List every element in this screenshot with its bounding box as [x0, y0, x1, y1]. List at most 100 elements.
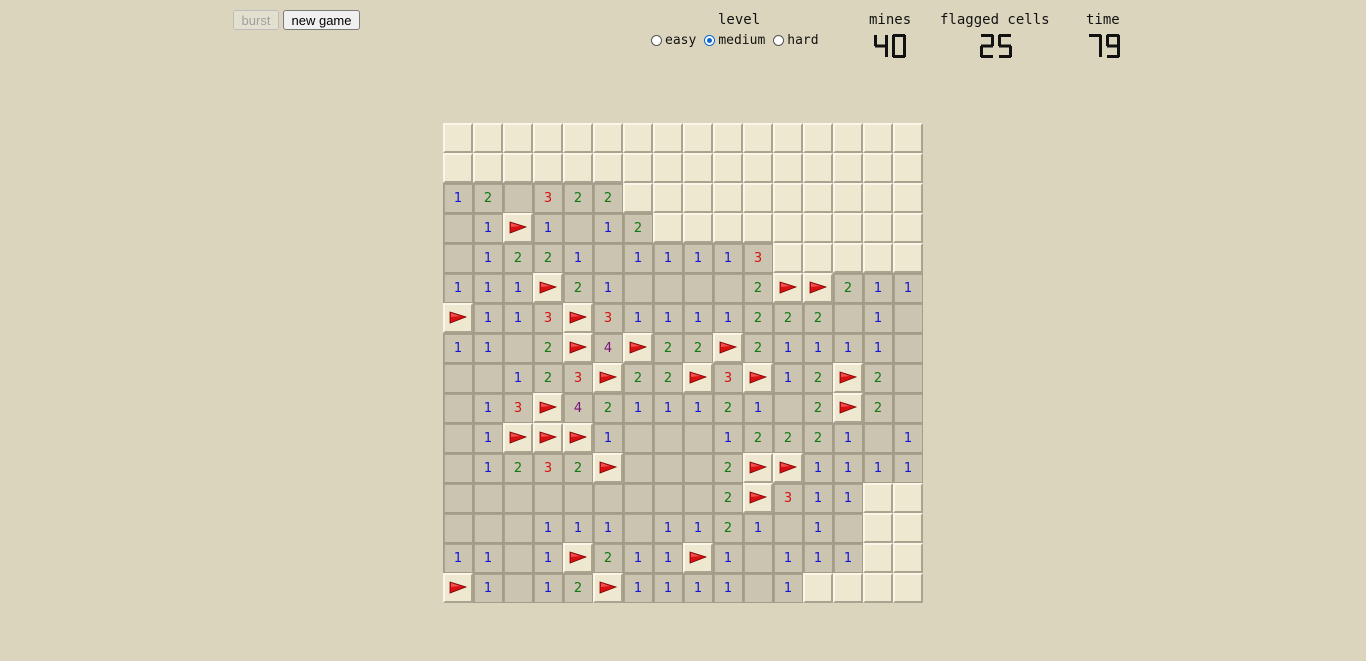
cell-number[interactable]: 1	[473, 453, 503, 483]
cell-closed[interactable]	[743, 123, 773, 153]
cell-number[interactable]: 2	[653, 363, 683, 393]
cell-open[interactable]	[503, 513, 533, 543]
cell-closed[interactable]	[863, 153, 893, 183]
cell-open[interactable]	[683, 423, 713, 453]
cell-number[interactable]: 2	[623, 213, 653, 243]
cell-closed[interactable]	[473, 153, 503, 183]
cell-number[interactable]: 2	[773, 303, 803, 333]
cell-number[interactable]: 1	[653, 573, 683, 603]
cell-flagged[interactable]	[443, 303, 473, 333]
cell-number[interactable]: 1	[683, 393, 713, 423]
cell-number[interactable]: 2	[803, 393, 833, 423]
cell-number[interactable]: 1	[773, 543, 803, 573]
cell-number[interactable]: 1	[443, 333, 473, 363]
cell-number[interactable]: 1	[713, 303, 743, 333]
cell-flagged[interactable]	[833, 393, 863, 423]
cell-open[interactable]	[653, 273, 683, 303]
cell-number[interactable]: 1	[653, 303, 683, 333]
cell-closed[interactable]	[803, 183, 833, 213]
cell-open[interactable]	[443, 483, 473, 513]
cell-closed[interactable]	[893, 243, 923, 273]
cell-number[interactable]: 1	[443, 183, 473, 213]
cell-number[interactable]: 1	[653, 393, 683, 423]
cell-number[interactable]: 1	[773, 333, 803, 363]
cell-open[interactable]	[863, 423, 893, 453]
cell-number[interactable]: 2	[743, 303, 773, 333]
cell-closed[interactable]	[533, 123, 563, 153]
cell-closed[interactable]	[863, 183, 893, 213]
cell-closed[interactable]	[893, 123, 923, 153]
cell-closed[interactable]	[443, 153, 473, 183]
cell-open[interactable]	[443, 393, 473, 423]
cell-closed[interactable]	[893, 183, 923, 213]
cell-open[interactable]	[623, 483, 653, 513]
cell-closed[interactable]	[533, 153, 563, 183]
cell-open[interactable]	[653, 453, 683, 483]
cell-closed[interactable]	[863, 213, 893, 243]
cell-closed[interactable]	[653, 153, 683, 183]
cell-closed[interactable]	[773, 243, 803, 273]
cell-number[interactable]: 1	[833, 423, 863, 453]
cell-flagged[interactable]	[683, 363, 713, 393]
cell-open[interactable]	[893, 333, 923, 363]
cell-open[interactable]	[623, 273, 653, 303]
cell-number[interactable]: 1	[653, 243, 683, 273]
cell-number[interactable]: 2	[533, 333, 563, 363]
cell-number[interactable]: 1	[593, 273, 623, 303]
cell-number[interactable]: 1	[713, 423, 743, 453]
cell-closed[interactable]	[833, 573, 863, 603]
cell-closed[interactable]	[713, 213, 743, 243]
cell-number[interactable]: 1	[743, 513, 773, 543]
cell-flagged[interactable]	[533, 273, 563, 303]
cell-open[interactable]	[533, 483, 563, 513]
cell-flagged[interactable]	[803, 273, 833, 303]
cell-flagged[interactable]	[833, 363, 863, 393]
cell-open[interactable]	[833, 303, 863, 333]
cell-flagged[interactable]	[503, 423, 533, 453]
cell-closed[interactable]	[563, 123, 593, 153]
cell-closed[interactable]	[803, 243, 833, 273]
cell-number[interactable]: 1	[473, 543, 503, 573]
cell-closed[interactable]	[893, 153, 923, 183]
cell-closed[interactable]	[683, 183, 713, 213]
cell-number[interactable]: 1	[803, 333, 833, 363]
cell-open[interactable]	[473, 513, 503, 543]
cell-number[interactable]: 1	[833, 543, 863, 573]
cell-closed[interactable]	[863, 573, 893, 603]
cell-closed[interactable]	[743, 213, 773, 243]
cell-number[interactable]: 1	[773, 573, 803, 603]
cell-number[interactable]: 3	[593, 303, 623, 333]
cell-number[interactable]: 1	[473, 333, 503, 363]
cell-closed[interactable]	[833, 213, 863, 243]
cell-closed[interactable]	[833, 183, 863, 213]
cell-open[interactable]	[713, 273, 743, 303]
cell-open[interactable]	[893, 363, 923, 393]
cell-open[interactable]	[473, 363, 503, 393]
cell-number[interactable]: 2	[533, 243, 563, 273]
cell-number[interactable]: 4	[563, 393, 593, 423]
cell-number[interactable]: 2	[563, 273, 593, 303]
cell-number[interactable]: 1	[713, 243, 743, 273]
cell-number[interactable]: 4	[593, 333, 623, 363]
cell-number[interactable]: 1	[443, 543, 473, 573]
cell-closed[interactable]	[803, 573, 833, 603]
cell-number[interactable]: 2	[713, 513, 743, 543]
cell-open[interactable]	[443, 213, 473, 243]
cell-number[interactable]: 1	[623, 573, 653, 603]
cell-number[interactable]: 2	[833, 273, 863, 303]
cell-open[interactable]	[683, 453, 713, 483]
cell-number[interactable]: 2	[863, 363, 893, 393]
cell-closed[interactable]	[893, 483, 923, 513]
cell-number[interactable]: 1	[473, 573, 503, 603]
cell-closed[interactable]	[473, 123, 503, 153]
cell-number[interactable]: 1	[623, 303, 653, 333]
cell-number[interactable]: 3	[773, 483, 803, 513]
cell-number[interactable]: 1	[683, 243, 713, 273]
cell-number[interactable]: 3	[533, 453, 563, 483]
cell-flagged[interactable]	[593, 573, 623, 603]
cell-open[interactable]	[683, 273, 713, 303]
cell-number[interactable]: 1	[533, 573, 563, 603]
cell-open[interactable]	[833, 513, 863, 543]
cell-closed[interactable]	[713, 123, 743, 153]
cell-number[interactable]: 1	[893, 273, 923, 303]
